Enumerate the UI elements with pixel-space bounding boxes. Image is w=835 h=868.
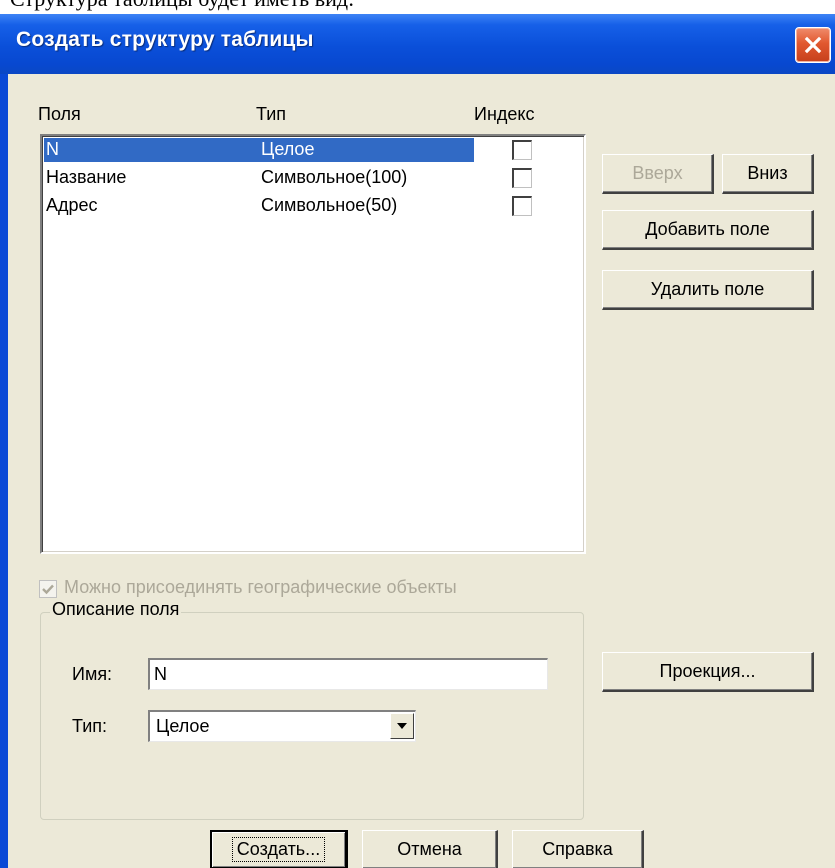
projection-button[interactable]: Проекция... [602, 652, 814, 692]
header-type: Тип [256, 104, 287, 124]
field-type: Целое [261, 139, 315, 159]
close-button[interactable] [795, 27, 831, 63]
field-type-select[interactable]: Целое [148, 710, 416, 742]
title-bar[interactable]: Создать структуру таблицы [0, 14, 835, 74]
fields-listbox[interactable]: N Целое Название Символьное(100) Адрес С… [40, 134, 586, 554]
row-selection-highlight [44, 138, 474, 162]
add-field-button[interactable]: Добавить поле [602, 210, 814, 250]
table-row[interactable]: N Целое [44, 138, 584, 164]
checkmark-icon [42, 584, 54, 595]
index-checkbox[interactable] [512, 140, 532, 160]
move-down-button[interactable]: Вниз [722, 154, 814, 194]
move-up-button[interactable]: Вверх [602, 154, 714, 194]
dialog-window: Создать структуру таблицы Поля Тип Индек… [0, 14, 835, 868]
type-label: Тип: [72, 716, 108, 736]
name-label: Имя: [72, 664, 113, 684]
index-checkbox[interactable] [512, 168, 532, 188]
cancel-button[interactable]: Отмена [362, 830, 498, 868]
geo-objects-label: Можно присоединять географические объект… [64, 577, 457, 597]
field-description-label: Описание поля [50, 599, 182, 620]
header-fields: Поля [38, 104, 81, 124]
chevron-down-icon [397, 723, 407, 729]
header-index: Индекс [474, 104, 535, 124]
field-type: Символьное(100) [261, 167, 408, 187]
close-x-icon [804, 36, 822, 54]
create-button[interactable]: Создать... [210, 830, 348, 868]
field-type-value: Целое [156, 716, 210, 736]
field-name: Название [46, 167, 127, 187]
field-name-input[interactable]: N [148, 658, 548, 690]
window-title: Создать структуру таблицы [16, 28, 314, 51]
table-row[interactable]: Адрес Символьное(50) [44, 194, 584, 220]
dialog-body: Поля Тип Индекс N Целое Название Символь… [8, 74, 835, 868]
dropdown-button[interactable] [390, 713, 414, 739]
field-name: Адрес [46, 195, 98, 215]
create-button-label: Создать... [231, 837, 326, 862]
delete-field-button[interactable]: Удалить поле [602, 270, 814, 310]
field-type: Символьное(50) [261, 195, 398, 215]
geo-objects-checkbox[interactable] [39, 580, 57, 598]
field-name: N [46, 139, 59, 159]
index-checkbox[interactable] [512, 196, 532, 216]
document-text: Структура таблицы будет иметь вид: [10, 0, 835, 14]
help-button[interactable]: Справка [512, 830, 644, 868]
table-row[interactable]: Название Символьное(100) [44, 166, 584, 192]
